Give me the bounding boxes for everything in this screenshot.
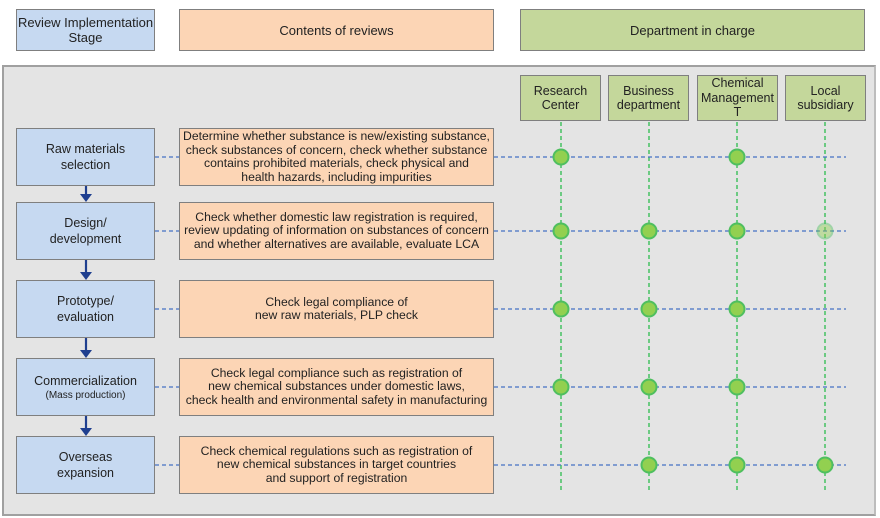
stage-label: Commercialization: [34, 373, 137, 388]
department-label: Local subsidiary: [797, 83, 854, 113]
stage-commercialization: Commercialization (Mass production): [16, 358, 155, 416]
review-content-prototype: Check legal compliance of new raw materi…: [179, 280, 494, 338]
stage-sublabel: (Mass production): [45, 389, 126, 401]
review-content-text: Check legal compliance such as registrat…: [185, 365, 488, 407]
review-content-text: Determine whether substance is new/exist…: [183, 129, 490, 184]
review-content-commercialization: Check legal compliance such as registrat…: [179, 358, 494, 416]
department-column-header-label: Department in charge: [629, 22, 755, 38]
stage-label: Raw materials selection: [45, 142, 126, 172]
review-content-raw-materials: Determine whether substance is new/exist…: [179, 128, 494, 186]
stage-column-header: Review Implementation Stage: [16, 9, 155, 51]
stage-label: Overseas expansion: [57, 450, 114, 480]
review-content-text: Check chemical regulations such as regis…: [200, 443, 473, 485]
stage-label: Prototype/ evaluation: [57, 294, 114, 324]
contents-column-header-label: Contents of reviews: [279, 22, 394, 38]
stage-raw-materials-selection: Raw materials selection: [16, 128, 155, 186]
department-label: Chemical Management T: [701, 76, 774, 120]
department-column-header: Department in charge: [520, 9, 865, 51]
department-local-subsidiary: Local subsidiary: [785, 75, 866, 121]
department-chemical-management: Chemical Management T: [697, 75, 778, 121]
department-research-center: Research Center: [520, 75, 601, 121]
review-content-text: Check legal compliance of new raw materi…: [254, 294, 419, 322]
review-content-overseas: Check chemical regulations such as regis…: [179, 436, 494, 494]
stage-label: Design/ development: [49, 216, 122, 246]
department-label: Research Center: [533, 83, 588, 113]
stage-column-header-label: Review Implementation Stage: [17, 15, 154, 45]
review-content-design: Check whether domestic law registration …: [179, 202, 494, 260]
stage-design-development: Design/ development: [16, 202, 155, 260]
review-content-text: Check whether domestic law registration …: [184, 209, 489, 251]
stage-overseas-expansion: Overseas expansion: [16, 436, 155, 494]
department-label: Business department: [616, 83, 681, 113]
contents-column-header: Contents of reviews: [179, 9, 494, 51]
department-business: Business department: [608, 75, 689, 121]
stage-prototype-evaluation: Prototype/ evaluation: [16, 280, 155, 338]
